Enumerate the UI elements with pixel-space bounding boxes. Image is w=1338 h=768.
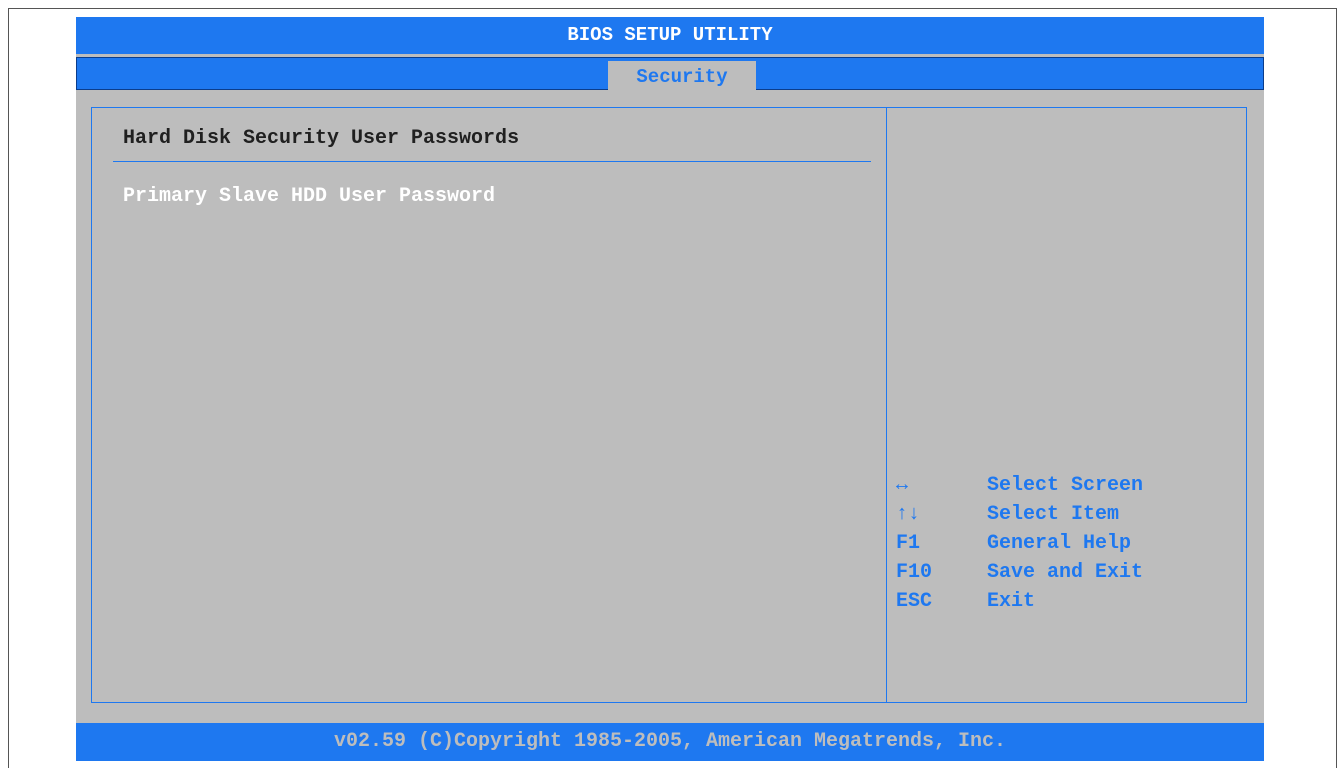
help-row-general-help: F1 General Help (896, 529, 1236, 558)
help-desc: General Help (987, 532, 1132, 555)
help-desc: Exit (987, 590, 1036, 613)
help-key: F10 (896, 561, 933, 584)
help-row-exit: ESC Exit (896, 587, 1236, 616)
help-key: ESC (896, 590, 933, 613)
bios-screen: BIOS SETUP UTILITY Security Hard Disk Se… (76, 17, 1264, 761)
up-down-arrows-icon: ↑↓ (896, 503, 921, 526)
help-desc: Select Screen (987, 474, 1144, 497)
key-help-list: ↔ Select Screen ↑↓ Select Item F1 Genera… (896, 471, 1236, 616)
help-row-select-item: ↑↓ Select Item (896, 500, 1236, 529)
menu-item-primary-slave-hdd-user-password[interactable]: Primary Slave HDD User Password (123, 182, 495, 212)
help-row-select-screen: ↔ Select Screen (896, 471, 1236, 500)
help-desc: Save and Exit (987, 561, 1144, 584)
title-bar: BIOS SETUP UTILITY (76, 17, 1264, 54)
help-row-save-and-exit: F10 Save and Exit (896, 558, 1236, 587)
section-divider (113, 161, 871, 162)
tab-security[interactable]: Security (608, 61, 756, 94)
section-title: Hard Disk Security User Passwords (123, 127, 520, 150)
copyright-footer: v02.59 (C)Copyright 1985-2005, American … (76, 723, 1264, 761)
left-right-arrows-icon: ↔ (896, 474, 909, 497)
help-desc: Select Item (987, 503, 1120, 526)
help-key: F1 (896, 532, 921, 555)
panel-divider (886, 107, 887, 703)
